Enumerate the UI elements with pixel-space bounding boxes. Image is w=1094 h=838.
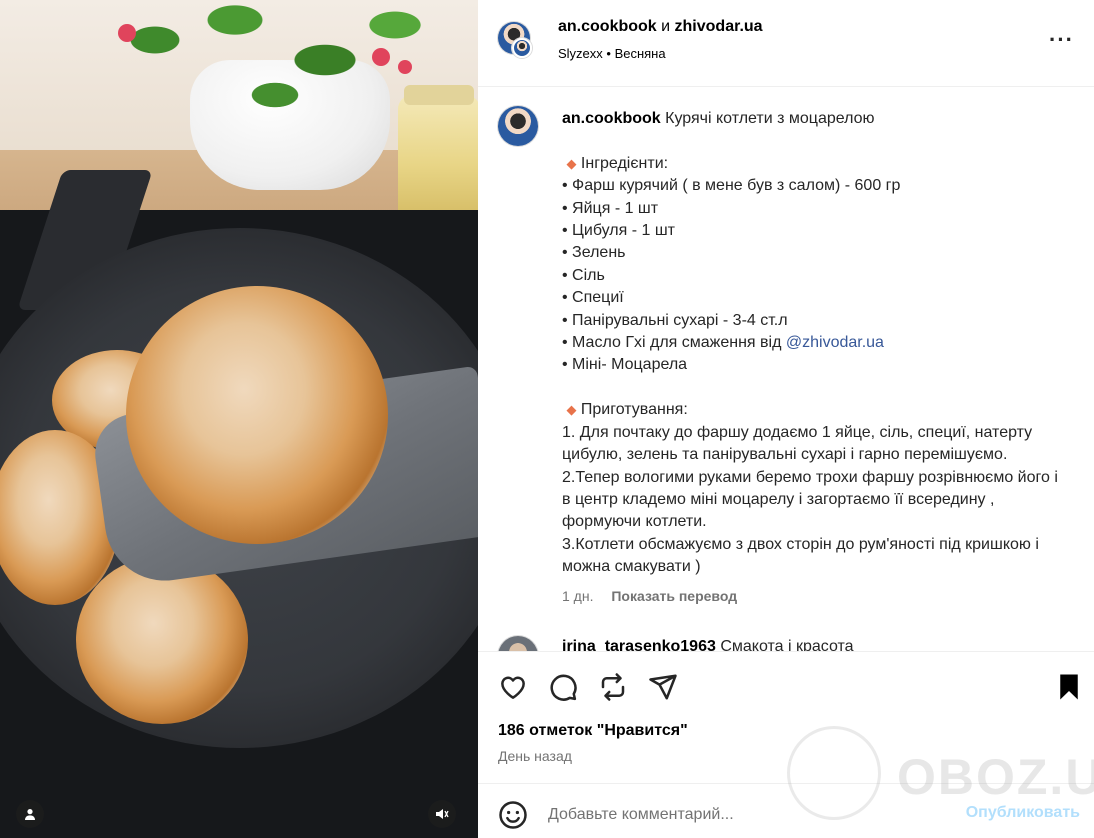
diamond-icon: ◆	[566, 402, 577, 418]
caption-user[interactable]: an.cookbook	[562, 110, 661, 127]
post-media[interactable]	[0, 0, 478, 838]
patty	[126, 286, 388, 544]
ingredient: • Масло Гхі для смаження від @zhivodar.u…	[562, 332, 1062, 354]
coauthor-link[interactable]: zhivodar.ua	[675, 18, 763, 35]
author-link[interactable]: an.cookbook	[558, 18, 657, 35]
comment-body: Смакота і красота	[720, 638, 854, 651]
ingredient: • Фарш курячий ( в мене був з салом) - 6…	[562, 177, 901, 195]
post-date: День назад	[498, 748, 572, 764]
post-header: an.cookbook и zhivodar.ua Slyzexx • Весн…	[478, 0, 1094, 87]
avatar[interactable]	[512, 38, 532, 58]
comment-bar: Опубликовать	[478, 783, 1094, 838]
avatar[interactable]	[498, 636, 538, 651]
more-icon[interactable]: ···	[1049, 29, 1074, 51]
share-icon[interactable]	[648, 672, 678, 702]
comment-input[interactable]	[548, 802, 928, 828]
ingredient: • Міні- Моцарела	[562, 356, 688, 374]
user-tag-icon[interactable]	[16, 800, 44, 828]
post-authors: an.cookbook и zhivodar.ua	[558, 18, 763, 36]
ingredients-header: Інгредієнти:	[580, 154, 669, 172]
mute-icon[interactable]	[428, 800, 456, 828]
action-bar: 186 отметок "Нравится" День назад Опубли…	[478, 651, 1094, 831]
ingredient: • Зелень	[562, 244, 626, 262]
avatar[interactable]	[498, 106, 538, 146]
flower	[398, 60, 412, 74]
comment-item: irina_tarasenko1963 Смакота і красота ♡	[498, 636, 1094, 651]
comment-user[interactable]: irina_tarasenko1963	[562, 638, 716, 651]
diamond-icon: ◆	[566, 155, 577, 171]
post-panel: an.cookbook и zhivodar.ua Slyzexx • Весн…	[478, 0, 1094, 838]
ingredient: • Панірувальні сухарі - 3-4 ст.л	[562, 311, 788, 329]
caption-scroll[interactable]: an.cookbook Курячі котлети з моцарелою ◆…	[478, 88, 1094, 651]
heart-icon[interactable]	[498, 672, 528, 702]
step: 3.Котлети обсмажуємо з двох сторін до ру…	[562, 535, 1044, 576]
bookmark-icon[interactable]	[1054, 672, 1084, 702]
ingredient: • Специї	[562, 289, 624, 307]
step: 2.Тепер вологими руками беремо трохи фар…	[562, 468, 1063, 531]
ingredient: • Сіль	[562, 266, 605, 284]
ingredients-header-line: ◆ Інгредієнти:	[562, 153, 1062, 175]
translate-button[interactable]: Показать перевод	[611, 588, 737, 604]
ingredient: • Цибуля - 1 шт	[562, 222, 676, 240]
caption-text: an.cookbook Курячі котлети з моцарелою ◆…	[562, 108, 1062, 579]
butter-text: • Масло Гхі для смаження від	[562, 334, 786, 352]
flower	[372, 48, 390, 66]
comment-icon[interactable]	[548, 672, 578, 702]
likes-count[interactable]: 186 отметок "Нравится"	[498, 722, 688, 740]
patty	[76, 556, 248, 724]
comment-text: irina_tarasenko1963 Смакота і красота	[562, 638, 854, 651]
repost-icon[interactable]	[598, 672, 628, 702]
step: 1. Для почтаку до фаршу додаємо 1 яйце, …	[562, 423, 1037, 464]
caption-time: 1 дн.	[562, 588, 594, 604]
author-conjunction: и	[661, 18, 671, 35]
steps-header-line: ◆ Приготування:	[562, 399, 1062, 421]
mention-link[interactable]: @zhivodar.ua	[786, 334, 884, 351]
post-comment-button[interactable]: Опубликовать	[966, 804, 1080, 822]
ingredient: • Яйця - 1 шт	[562, 199, 659, 217]
caption-title: Курячі котлети з моцарелою	[665, 110, 875, 127]
audio-label[interactable]: Slyzexx • Весняна	[558, 46, 666, 61]
caption-meta: 1 дн. Показать перевод	[562, 588, 737, 604]
emoji-icon[interactable]	[498, 800, 528, 830]
caption-title-line: an.cookbook Курячі котлети з моцарелою	[562, 108, 1062, 130]
flower	[118, 24, 136, 42]
steps-header: Приготування:	[580, 401, 688, 419]
